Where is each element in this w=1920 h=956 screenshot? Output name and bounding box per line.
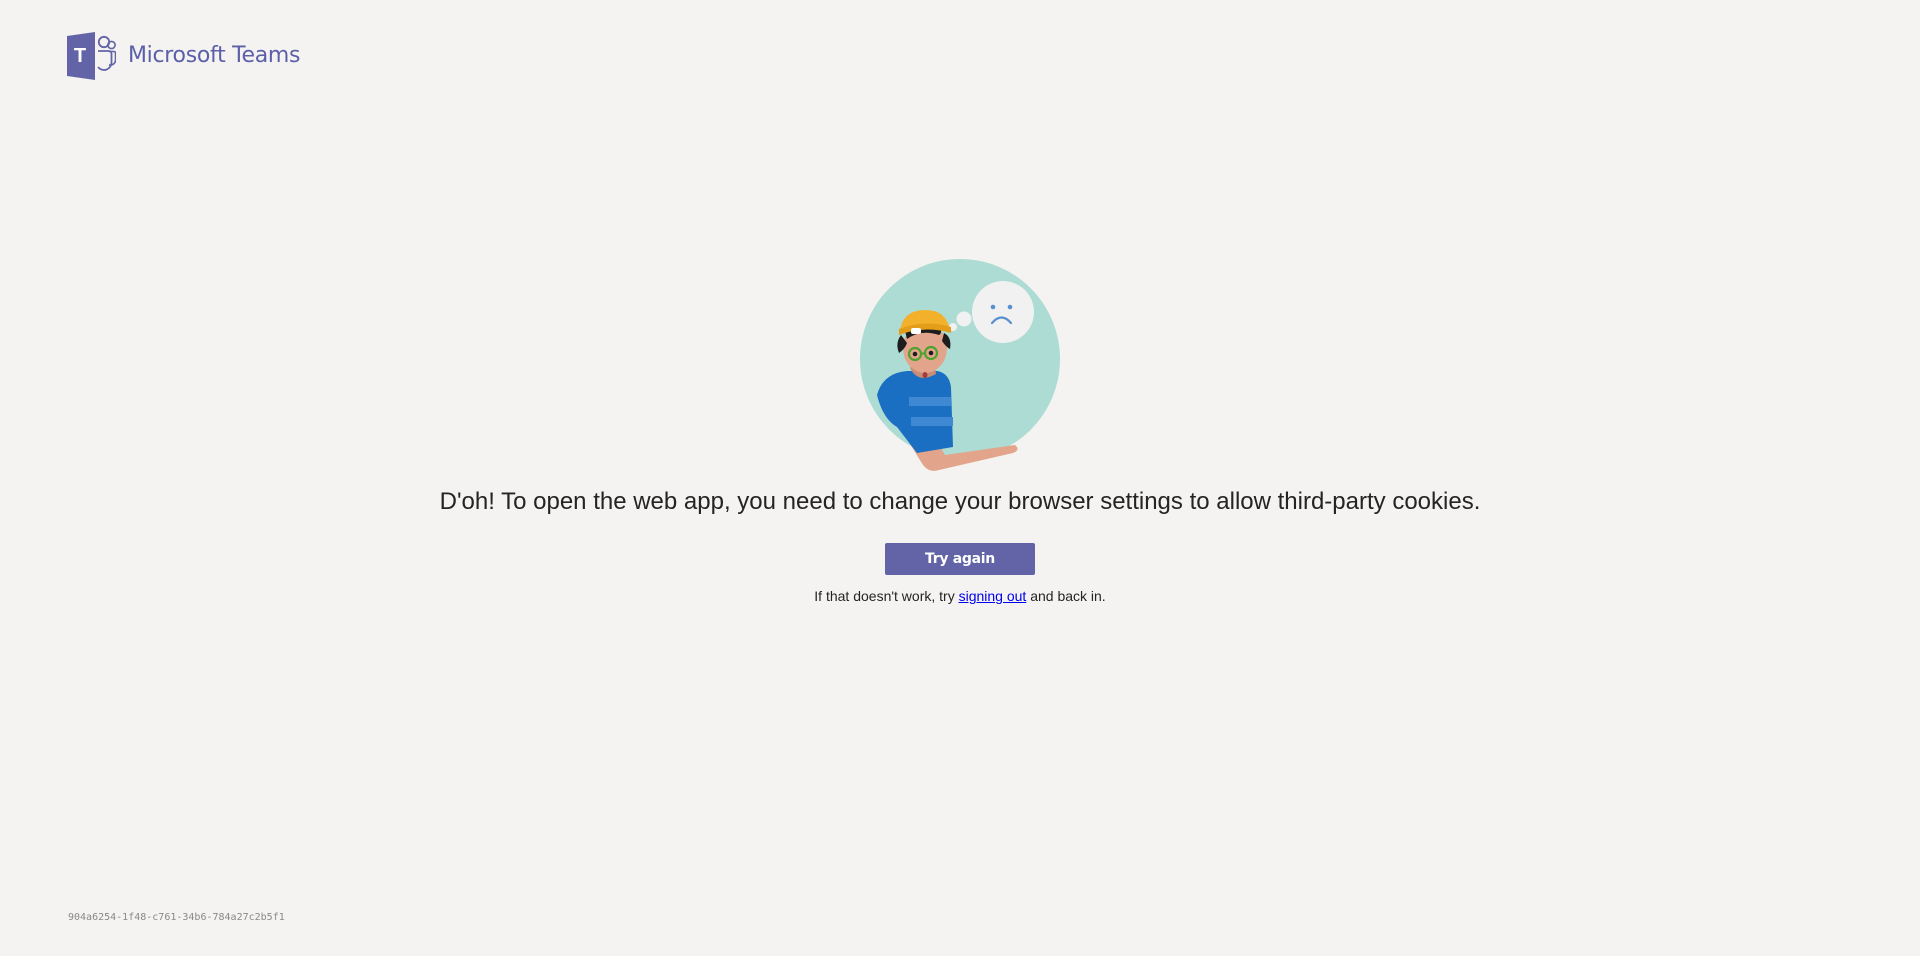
teams-logo-icon: T	[67, 32, 116, 80]
try-again-button[interactable]: Try again	[885, 543, 1035, 575]
header-logo: T Microsoft Teams	[67, 32, 301, 80]
error-message: D'oh! To open the web app, you need to c…	[439, 488, 1481, 515]
error-page: T Microsoft Teams D'oh! To open the web …	[0, 0, 1920, 956]
hint-prefix: If that doesn't work, try	[814, 588, 959, 604]
app-name: Microsoft Teams	[128, 43, 301, 68]
logo-letter: T	[74, 45, 86, 67]
signout-hint: If that doesn't work, try signing out an…	[814, 587, 1105, 605]
error-content: D'oh! To open the web app, you need to c…	[0, 255, 1920, 605]
session-id: 904a6254-1f48-c761-34b6-784a27c2b5f1	[68, 912, 285, 923]
sad-person-illustration-icon	[860, 259, 1060, 471]
signing-out-link[interactable]: signing out	[959, 588, 1027, 604]
hint-suffix: and back in.	[1026, 588, 1106, 604]
